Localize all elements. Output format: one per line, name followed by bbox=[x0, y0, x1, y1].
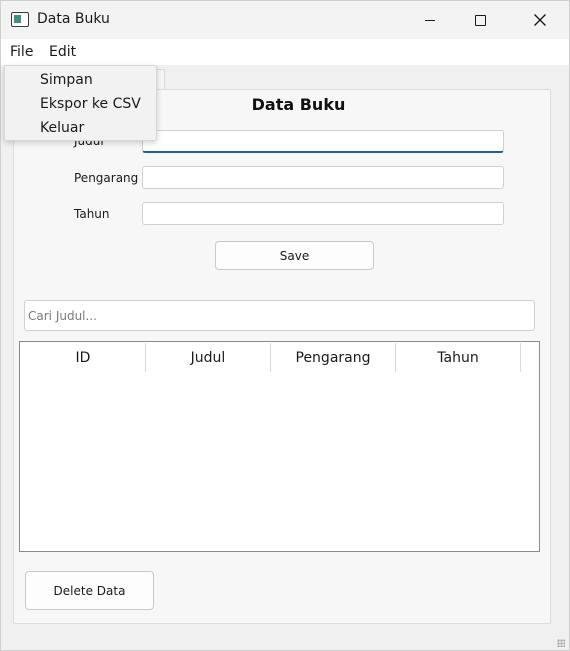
pengarang-input[interactable] bbox=[142, 166, 504, 189]
column-header-id[interactable]: ID bbox=[21, 343, 146, 372]
window-title: Data Buku bbox=[37, 11, 110, 27]
title-bar[interactable]: Data Buku bbox=[1, 1, 569, 39]
menu-item-ekspor-csv[interactable]: Ekspor ke CSV bbox=[40, 96, 141, 112]
tahun-input[interactable] bbox=[142, 202, 504, 225]
maximize-icon bbox=[474, 14, 486, 26]
file-dropdown-menu: Simpan Ekspor ke CSV Keluar bbox=[4, 65, 157, 141]
label-pengarang: Pengarang bbox=[74, 171, 139, 185]
search-input[interactable] bbox=[24, 300, 535, 331]
delete-button[interactable]: Delete Data bbox=[25, 571, 154, 610]
main-window: Data Buku File Edit Data Buku Judul Peng… bbox=[0, 0, 570, 651]
judul-input[interactable] bbox=[142, 130, 504, 153]
menu-file[interactable]: File bbox=[10, 44, 33, 60]
close-icon bbox=[534, 14, 546, 26]
minimize-button[interactable] bbox=[407, 1, 453, 39]
column-header-tahun[interactable]: Tahun bbox=[396, 343, 521, 372]
maximize-button[interactable] bbox=[457, 1, 503, 39]
save-button[interactable]: Save bbox=[215, 241, 374, 270]
minimize-icon bbox=[425, 19, 435, 21]
label-tahun: Tahun bbox=[74, 207, 110, 221]
column-header-pengarang[interactable]: Pengarang bbox=[271, 343, 396, 372]
menu-item-simpan[interactable]: Simpan bbox=[40, 72, 93, 88]
menu-item-keluar[interactable]: Keluar bbox=[40, 120, 84, 136]
table-header: ID Judul Pengarang Tahun bbox=[21, 343, 521, 372]
book-table[interactable]: ID Judul Pengarang Tahun bbox=[19, 341, 540, 552]
resize-grip-icon[interactable] bbox=[557, 639, 565, 647]
column-header-judul[interactable]: Judul bbox=[146, 343, 271, 372]
menu-bar: File Edit bbox=[1, 39, 569, 65]
close-button[interactable] bbox=[517, 1, 563, 39]
app-window-icon bbox=[11, 12, 29, 27]
menu-edit[interactable]: Edit bbox=[49, 44, 76, 60]
